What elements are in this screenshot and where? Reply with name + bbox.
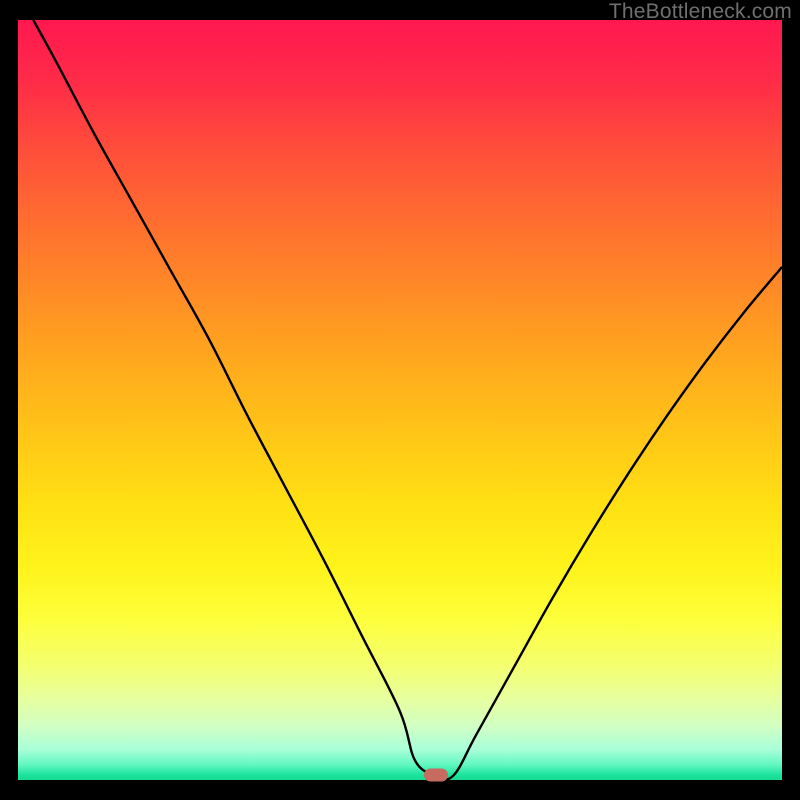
- plot-area: [18, 20, 782, 780]
- bottleneck-curve: [18, 20, 782, 780]
- curve-path: [33, 20, 782, 779]
- chart-frame: TheBottleneck.com: [0, 0, 800, 800]
- watermark-text: TheBottleneck.com: [609, 0, 792, 24]
- optimal-point-marker: [424, 769, 448, 782]
